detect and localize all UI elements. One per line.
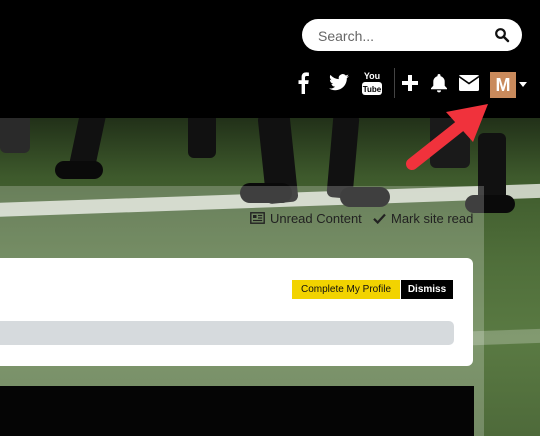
mark-site-read-label: Mark site read [391, 210, 474, 226]
youtube-icon-tube: Tube [363, 85, 382, 94]
content-block [0, 386, 474, 436]
profile-completion-card [0, 258, 473, 366]
mark-site-read-link[interactable]: Mark site read [373, 209, 473, 227]
checkmark-icon [373, 213, 386, 224]
avatar-letter: M [495, 74, 511, 95]
search-box[interactable] [302, 19, 522, 53]
search-input[interactable] [316, 19, 490, 53]
twitter-icon[interactable] [326, 70, 352, 96]
search-icon[interactable] [494, 27, 510, 43]
newspaper-icon [250, 212, 265, 224]
profile-progress-bar [0, 321, 454, 345]
youtube-icon[interactable]: You Tube [358, 70, 386, 96]
facebook-icon[interactable] [290, 70, 316, 96]
youtube-icon-you: You [364, 71, 380, 81]
complete-profile-button[interactable]: Complete My Profile [292, 280, 400, 299]
unread-content-link[interactable]: Unread Content [250, 209, 362, 227]
red-arrow-annotation [406, 104, 488, 170]
dismiss-button[interactable]: Dismiss [401, 280, 453, 299]
unread-content-label: Unread Content [270, 210, 362, 226]
chevron-down-icon[interactable] [519, 82, 527, 87]
